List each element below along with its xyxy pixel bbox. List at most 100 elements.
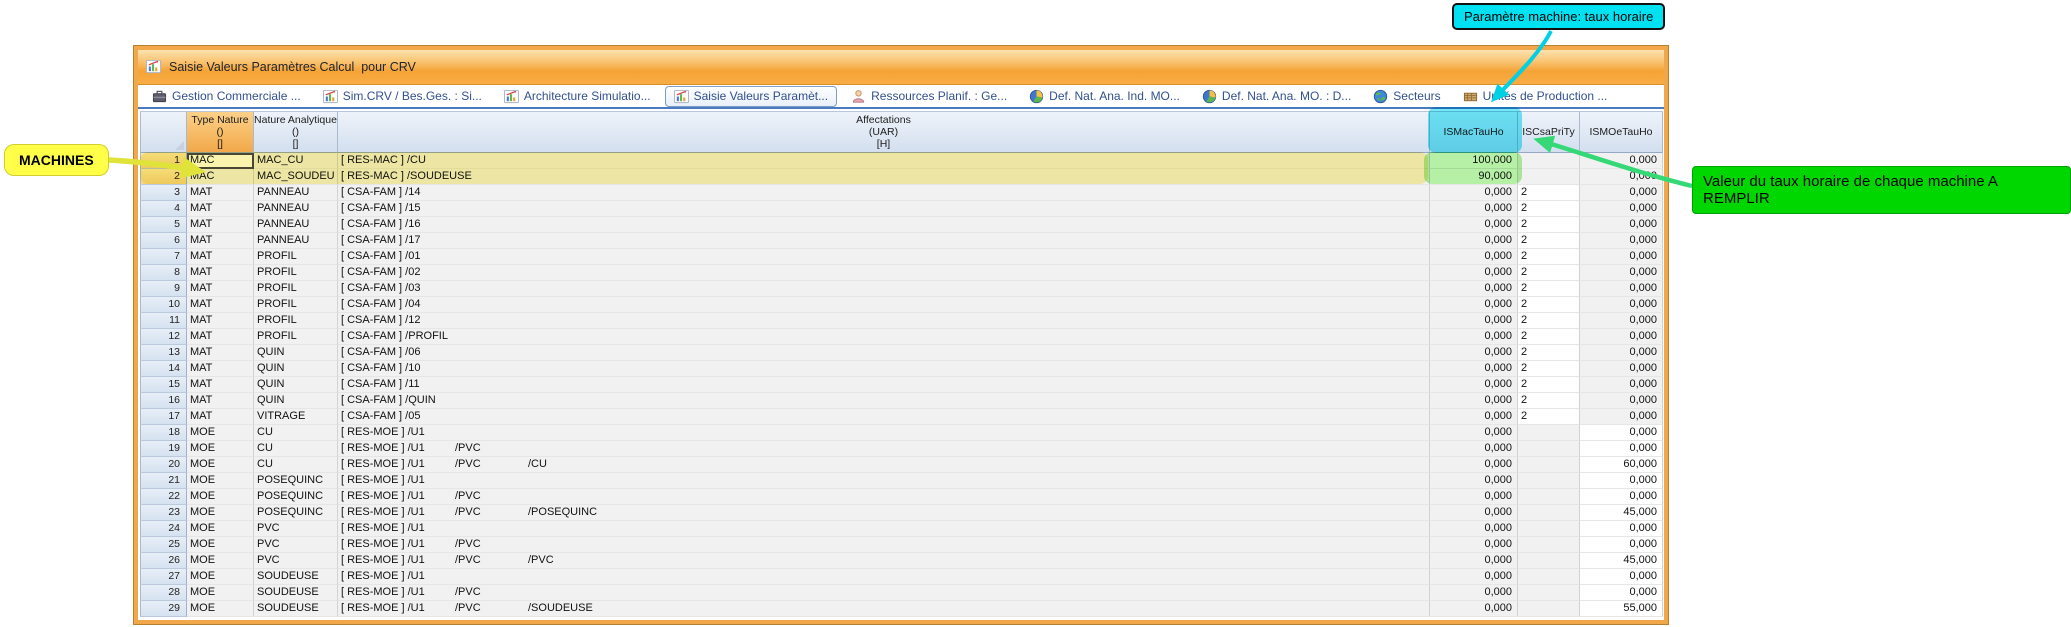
row-number[interactable]: 13 <box>140 345 187 361</box>
cell-ismactauho[interactable]: 0,000 <box>1430 393 1518 409</box>
cell-iscsaprity[interactable]: 2 <box>1518 185 1580 201</box>
cell-type-nature[interactable]: MOE <box>187 457 254 473</box>
cell-type-nature[interactable]: MOE <box>187 505 254 521</box>
row-number[interactable]: 14 <box>140 361 187 377</box>
cell-nature-analytique[interactable]: QUIN <box>254 345 338 361</box>
row-number[interactable]: 21 <box>140 473 187 489</box>
cell-iscsaprity[interactable]: 2 <box>1518 201 1580 217</box>
cell-affectations[interactable]: [ RES-MOE ] /U1/PVC/SOUDEUSE <box>338 601 1430 617</box>
cell-ismoetauho[interactable]: 55,000 <box>1580 601 1663 617</box>
cell-ismoetauho[interactable]: 0,000 <box>1580 169 1663 185</box>
tab-unit-s-de-production[interactable]: Unités de Production ... <box>1455 87 1616 106</box>
row-number[interactable]: 12 <box>140 329 187 345</box>
cell-ismoetauho[interactable]: 0,000 <box>1580 569 1663 585</box>
row-number[interactable]: 4 <box>140 201 187 217</box>
cell-ismoetauho[interactable]: 0,000 <box>1580 425 1663 441</box>
cell-iscsaprity[interactable] <box>1518 505 1580 521</box>
cell-iscsaprity[interactable]: 2 <box>1518 217 1580 233</box>
cell-iscsaprity[interactable]: 2 <box>1518 345 1580 361</box>
cell-type-nature[interactable]: MAT <box>187 377 254 393</box>
row-number[interactable]: 19 <box>140 441 187 457</box>
cell-iscsaprity[interactable] <box>1518 489 1580 505</box>
tab-ressources-planif-ge[interactable]: Ressources Planif. : Ge... <box>843 87 1015 106</box>
cell-ismactauho[interactable]: 0,000 <box>1430 361 1518 377</box>
cell-type-nature[interactable]: MAT <box>187 361 254 377</box>
cell-type-nature[interactable]: MOE <box>187 569 254 585</box>
cell-affectations[interactable]: [ RES-MOE ] /U1/PVC/PVC <box>338 553 1430 569</box>
cell-nature-analytique[interactable]: VITRAGE <box>254 409 338 425</box>
cell-ismoetauho[interactable]: 0,000 <box>1580 361 1663 377</box>
row-number[interactable]: 24 <box>140 521 187 537</box>
col-header-affectations[interactable]: Affectations (UAR) [H] <box>338 111 1430 153</box>
cell-iscsaprity[interactable]: 2 <box>1518 361 1580 377</box>
cell-nature-analytique[interactable]: POSEQUINC <box>254 489 338 505</box>
cell-nature-analytique[interactable]: PROFIL <box>254 329 338 345</box>
cell-ismoetauho[interactable]: 0,000 <box>1580 185 1663 201</box>
cell-iscsaprity[interactable]: 2 <box>1518 329 1580 345</box>
cell-nature-analytique[interactable]: PVC <box>254 537 338 553</box>
col-header-ismoetauho[interactable]: ISMOeTauHo <box>1580 111 1663 153</box>
cell-ismactauho[interactable]: 0,000 <box>1430 297 1518 313</box>
cell-affectations[interactable]: [ CSA-FAM ] /QUIN <box>338 393 1430 409</box>
cell-ismoetauho[interactable]: 0,000 <box>1580 249 1663 265</box>
cell-affectations[interactable]: [ RES-MOE ] /U1/PVC <box>338 441 1430 457</box>
cell-affectations[interactable]: [ CSA-FAM ] /04 <box>338 297 1430 313</box>
cell-ismoetauho[interactable]: 0,000 <box>1580 521 1663 537</box>
cell-nature-analytique[interactable]: SOUDEUSE <box>254 569 338 585</box>
cell-ismoetauho[interactable]: 60,000 <box>1580 457 1663 473</box>
cell-ismactauho[interactable]: 0,000 <box>1430 457 1518 473</box>
cell-affectations[interactable]: [ RES-MAC ] /CU <box>338 153 1430 169</box>
cell-ismactauho[interactable]: 0,000 <box>1430 585 1518 601</box>
cell-ismactauho[interactable]: 0,000 <box>1430 281 1518 297</box>
cell-ismoetauho[interactable]: 0,000 <box>1580 377 1663 393</box>
cell-ismactauho[interactable]: 100,000 <box>1430 153 1518 169</box>
cell-nature-analytique[interactable]: MAC_CU <box>254 153 338 169</box>
cell-affectations[interactable]: [ RES-MOE ] /U1 <box>338 521 1430 537</box>
cell-iscsaprity[interactable] <box>1518 521 1580 537</box>
cell-ismactauho[interactable]: 0,000 <box>1430 313 1518 329</box>
cell-affectations[interactable]: [ CSA-FAM ] /15 <box>338 201 1430 217</box>
cell-affectations[interactable]: [ CSA-FAM ] /06 <box>338 345 1430 361</box>
cell-affectations[interactable]: [ CSA-FAM ] /11 <box>338 377 1430 393</box>
cell-ismoetauho[interactable]: 0,000 <box>1580 473 1663 489</box>
cell-nature-analytique[interactable]: PANNEAU <box>254 185 338 201</box>
cell-ismactauho[interactable]: 0,000 <box>1430 329 1518 345</box>
cell-ismactauho[interactable]: 0,000 <box>1430 377 1518 393</box>
cell-iscsaprity[interactable] <box>1518 601 1580 617</box>
cell-ismactauho[interactable]: 0,000 <box>1430 265 1518 281</box>
cell-type-nature[interactable]: MOE <box>187 473 254 489</box>
cell-affectations[interactable]: [ RES-MOE ] /U1/PVC <box>338 585 1430 601</box>
tab-gestion-commerciale[interactable]: Gestion Commerciale ... <box>144 87 309 106</box>
cell-ismoetauho[interactable]: 0,000 <box>1580 537 1663 553</box>
cell-iscsaprity[interactable] <box>1518 153 1580 169</box>
select-all-corner[interactable] <box>140 111 187 153</box>
cell-type-nature[interactable]: MOE <box>187 521 254 537</box>
cell-affectations[interactable]: [ CSA-FAM ] /14 <box>338 185 1430 201</box>
cell-ismoetauho[interactable]: 0,000 <box>1580 489 1663 505</box>
cell-ismoetauho[interactable]: 0,000 <box>1580 441 1663 457</box>
tab-saisie-valeurs-param-t[interactable]: Saisie Valeurs Paramèt... <box>665 86 838 107</box>
cell-ismactauho[interactable]: 0,000 <box>1430 489 1518 505</box>
cell-ismactauho[interactable]: 90,000 <box>1430 169 1518 185</box>
cell-ismactauho[interactable]: 0,000 <box>1430 537 1518 553</box>
cell-ismactauho[interactable]: 0,000 <box>1430 185 1518 201</box>
cell-ismoetauho[interactable]: 0,000 <box>1580 265 1663 281</box>
row-number[interactable]: 29 <box>140 601 187 617</box>
cell-iscsaprity[interactable]: 2 <box>1518 393 1580 409</box>
cell-ismoetauho[interactable]: 0,000 <box>1580 313 1663 329</box>
cell-affectations[interactable]: [ RES-MOE ] /U1/PVC <box>338 489 1430 505</box>
cell-nature-analytique[interactable]: QUIN <box>254 361 338 377</box>
cell-ismactauho[interactable]: 0,000 <box>1430 601 1518 617</box>
cell-type-nature[interactable]: MOE <box>187 601 254 617</box>
cell-iscsaprity[interactable] <box>1518 441 1580 457</box>
cell-type-nature[interactable]: MAT <box>187 329 254 345</box>
cell-iscsaprity[interactable] <box>1518 473 1580 489</box>
cell-affectations[interactable]: [ RES-MOE ] /U1 <box>338 425 1430 441</box>
cell-iscsaprity[interactable] <box>1518 537 1580 553</box>
cell-iscsaprity[interactable]: 2 <box>1518 249 1580 265</box>
row-number[interactable]: 10 <box>140 297 187 313</box>
cell-ismactauho[interactable]: 0,000 <box>1430 441 1518 457</box>
row-number[interactable]: 1 <box>140 153 187 169</box>
tab-def-nat-ana-mo-d[interactable]: Def. Nat. Ana. MO. : D... <box>1194 87 1359 106</box>
cell-ismoetauho[interactable]: 0,000 <box>1580 233 1663 249</box>
